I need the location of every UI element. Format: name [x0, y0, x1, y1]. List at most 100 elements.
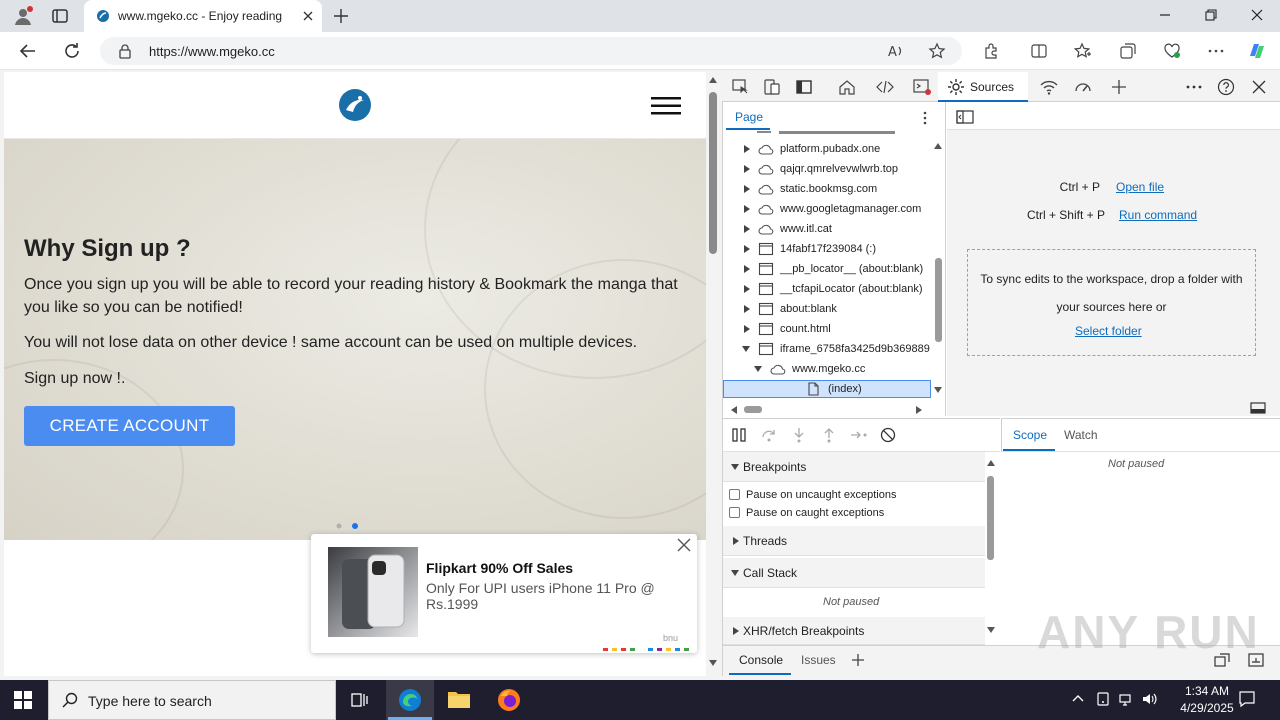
tree-item[interactable]: static.bookmsg.com	[723, 179, 931, 199]
tree-item[interactable]: www.googletagmanager.com	[723, 199, 931, 219]
toggle-navigator-icon[interactable]	[956, 110, 974, 124]
firefox-icon[interactable]	[497, 688, 521, 712]
breakpoints-expand-icon[interactable]	[731, 464, 739, 470]
breakpoints-section[interactable]: Breakpoints	[723, 452, 985, 482]
tree-item[interactable]: __tcfapiLocator (about:blank)	[723, 279, 931, 299]
inspect-element-icon[interactable]	[731, 78, 749, 96]
debugger-scroll-down-icon[interactable]	[987, 627, 995, 633]
more-tools-plus-icon[interactable]	[1110, 78, 1128, 96]
devtools-more-icon[interactable]	[1185, 78, 1203, 96]
navigator-scroll-right-icon[interactable]	[916, 406, 922, 414]
tab-scope[interactable]: Scope	[1013, 428, 1047, 442]
welcome-home-icon[interactable]	[838, 78, 856, 96]
debugger-scroll-thumb[interactable]	[987, 476, 994, 560]
tray-chevron-icon[interactable]	[1071, 692, 1085, 706]
step-out-icon[interactable]	[821, 427, 837, 443]
threads-expand-icon[interactable]	[733, 537, 739, 545]
tree-item[interactable]: www.itl.cat	[723, 219, 931, 239]
tray-network-icon[interactable]	[1118, 691, 1134, 707]
browser-essentials-icon[interactable]	[1163, 42, 1181, 60]
tab-console[interactable]: Console	[739, 653, 783, 667]
tree-item[interactable]: about:blank	[723, 299, 931, 319]
ad-title[interactable]: Flipkart 90% Off Sales	[426, 560, 573, 576]
call-stack-section[interactable]: Call Stack	[723, 558, 985, 588]
console-panel-icon[interactable]	[913, 78, 931, 96]
elements-code-icon[interactable]	[876, 78, 894, 96]
pause-uncaught-row[interactable]: Pause on uncaught exceptions	[729, 489, 896, 501]
taskbar-clock-time[interactable]: 1:34 AM	[1172, 684, 1242, 698]
expand-arrow-icon[interactable]	[744, 205, 750, 213]
site-logo[interactable]	[338, 88, 372, 122]
more-options-icon[interactable]	[1207, 42, 1225, 60]
devtools-close-icon[interactable]	[1250, 78, 1268, 96]
tree-item[interactable]: www.mgeko.cc	[723, 359, 931, 379]
expand-arrow-icon[interactable]	[744, 305, 750, 313]
navigator-scroll-up-icon[interactable]	[934, 143, 942, 149]
open-file-link[interactable]: Open file	[1116, 180, 1164, 194]
refresh-icon[interactable]	[62, 41, 82, 61]
expand-arrow-icon[interactable]	[744, 245, 750, 253]
close-window-icon[interactable]	[1250, 8, 1264, 22]
tree-item[interactable]: __pb_locator__ (about:blank)	[723, 259, 931, 279]
navigator-scroll-thumb[interactable]	[935, 258, 942, 342]
ad-description[interactable]: Only For UPI users iPhone 11 Pro @ Rs.19…	[426, 580, 656, 612]
profile-icon[interactable]	[12, 5, 34, 27]
tree-item[interactable]: qajqr.qmrelvevwlwrb.top	[723, 159, 931, 179]
navigator-scroll-down-icon[interactable]	[934, 387, 942, 393]
pause-uncaught-checkbox[interactable]	[729, 489, 740, 500]
collapse-arrow-icon[interactable]	[754, 366, 762, 372]
expand-arrow-icon[interactable]	[744, 265, 750, 273]
step-over-icon[interactable]	[761, 427, 777, 443]
dock-side-icon[interactable]	[795, 78, 813, 96]
navigator-more-icon[interactable]	[920, 110, 930, 126]
ad-phone-image[interactable]	[328, 547, 418, 637]
pause-resume-icon[interactable]	[731, 427, 747, 443]
pause-caught-row[interactable]: Pause on caught exceptions	[729, 507, 884, 519]
tab-watch[interactable]: Watch	[1064, 428, 1098, 442]
minimize-icon[interactable]	[1158, 8, 1172, 22]
expand-arrow-icon[interactable]	[744, 185, 750, 193]
collapse-arrow-icon[interactable]	[742, 346, 750, 352]
navigator-scroll-left-icon[interactable]	[731, 406, 737, 414]
windows-start-icon[interactable]	[14, 691, 32, 709]
tree-item[interactable]: iframe_6758fa3425d9b369889	[723, 339, 931, 359]
hamburger-menu-icon[interactable]	[651, 96, 681, 116]
tab-page[interactable]: Page	[735, 110, 763, 124]
select-folder-link[interactable]: Select folder	[1075, 324, 1142, 338]
xhr-expand-icon[interactable]	[733, 627, 739, 635]
extensions-icon[interactable]	[982, 42, 1000, 60]
copilot-icon[interactable]	[1246, 40, 1268, 62]
pause-caught-checkbox[interactable]	[729, 507, 740, 518]
new-tab-icon[interactable]	[332, 7, 350, 25]
xhr-breakpoints-section[interactable]: XHR/fetch Breakpoints	[723, 617, 985, 645]
expand-arrow-icon[interactable]	[744, 145, 750, 153]
back-icon[interactable]	[18, 41, 38, 61]
file-explorer-icon[interactable]	[447, 688, 471, 710]
tab-actions-icon[interactable]	[51, 7, 69, 25]
navigator-hscroll-thumb[interactable]	[744, 406, 762, 413]
step-icon[interactable]	[850, 427, 868, 443]
url-text[interactable]: https://www.mgeko.cc	[149, 44, 275, 59]
tree-item[interactable]: count.html	[723, 319, 931, 339]
toggle-debugger-icon[interactable]	[1250, 402, 1266, 414]
step-into-icon[interactable]	[791, 427, 807, 443]
threads-section[interactable]: Threads	[723, 526, 985, 556]
call-stack-expand-icon[interactable]	[731, 570, 739, 576]
tab-issues[interactable]: Issues	[801, 653, 836, 667]
ad-close-icon[interactable]	[676, 537, 692, 553]
scroll-up-arrow[interactable]	[709, 77, 717, 83]
tray-volume-icon[interactable]	[1141, 691, 1157, 707]
expand-arrow-icon[interactable]	[744, 325, 750, 333]
tree-item[interactable]: platform.pubadx.one	[723, 139, 931, 159]
tab-close-icon[interactable]	[300, 8, 316, 24]
taskbar-clock-date[interactable]: 4/29/2025	[1172, 701, 1242, 715]
tab-sources-label[interactable]: Sources	[970, 80, 1014, 94]
restore-icon[interactable]	[1204, 8, 1218, 22]
tree-item[interactable]: (index)	[723, 379, 931, 399]
expand-arrow-icon[interactable]	[744, 225, 750, 233]
tray-device-icon[interactable]	[1095, 691, 1111, 707]
device-emulation-icon[interactable]	[763, 78, 781, 96]
favorites-icon[interactable]	[1074, 42, 1092, 60]
task-view-icon[interactable]	[350, 690, 370, 710]
deactivate-breakpoints-icon[interactable]	[880, 427, 896, 443]
